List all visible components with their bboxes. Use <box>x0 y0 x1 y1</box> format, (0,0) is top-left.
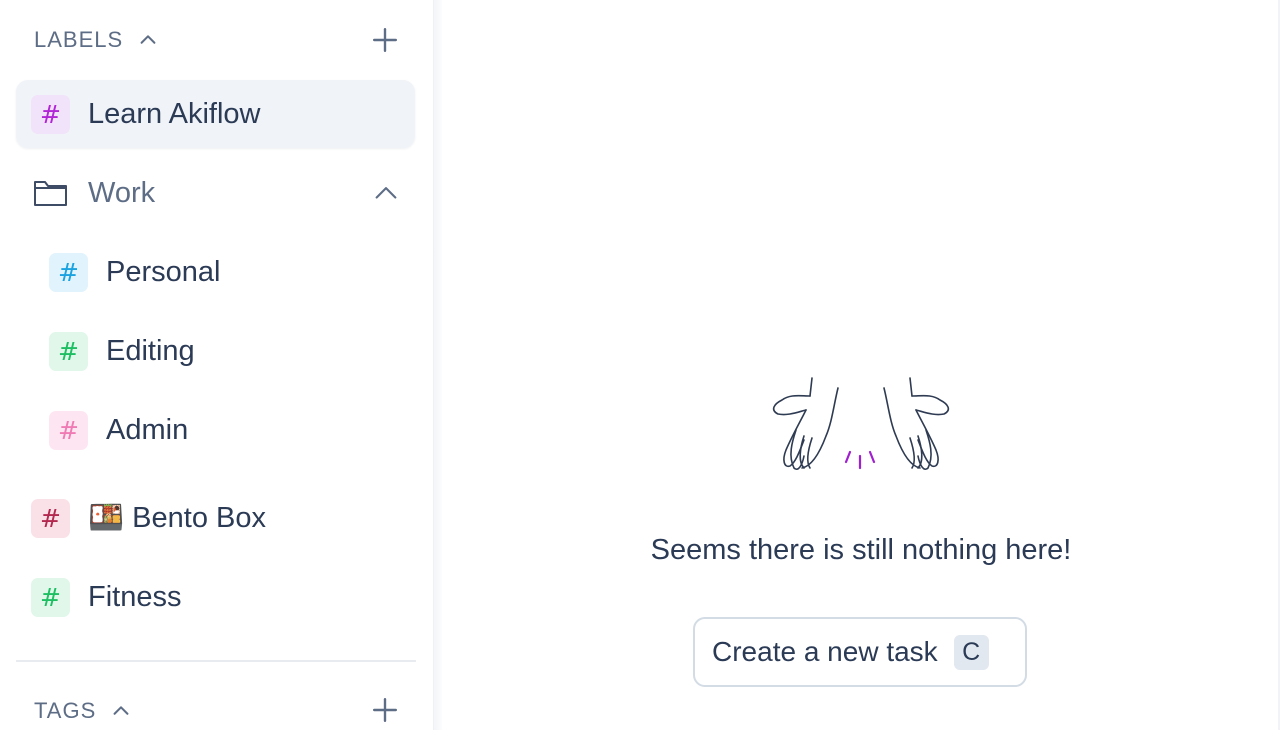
section-divider <box>16 660 416 662</box>
labels-section-title: LABELS <box>34 27 124 52</box>
open-hands-icon <box>772 377 950 471</box>
add-label-button[interactable] <box>372 27 398 53</box>
empty-state-message: Seems there is still nothing here! <box>650 534 1072 566</box>
folder-item-text: Work <box>88 176 156 209</box>
tags-section-title: TAGS <box>34 698 97 723</box>
main-content: Seems there is still nothing here! Creat… <box>442 0 1280 730</box>
label-item-text: Fitness <box>88 580 182 613</box>
label-item-fitness[interactable]: # Fitness <box>16 563 415 631</box>
create-task-button[interactable]: Create a new task C <box>693 617 1027 687</box>
tags-section-header[interactable]: TAGS <box>34 696 132 726</box>
labels-section-header[interactable]: LABELS <box>34 25 159 55</box>
hash-icon: # <box>49 252 88 292</box>
label-item-text: Learn Akiflow <box>88 97 261 130</box>
label-item-personal[interactable]: # Personal <box>34 238 415 306</box>
chevron-up-icon[interactable] <box>372 180 400 208</box>
sidebar-divider <box>434 0 442 730</box>
sidebar: LABELS # Learn Akiflow Work # Personal #… <box>0 0 434 730</box>
hash-icon: # <box>31 94 70 134</box>
hash-icon: # <box>49 410 88 450</box>
label-item-text: Editing <box>106 334 195 367</box>
label-item-text: 🍱 Bento Box <box>88 502 266 534</box>
chevron-up-icon[interactable] <box>137 29 159 51</box>
hash-icon: # <box>31 577 70 617</box>
label-item-text: Admin <box>106 413 189 446</box>
app: LABELS # Learn Akiflow Work # Personal #… <box>0 0 1280 730</box>
keyboard-shortcut-badge: C <box>953 634 989 670</box>
label-item-editing[interactable]: # Editing <box>34 317 415 385</box>
add-tag-button[interactable] <box>372 697 398 723</box>
chevron-up-icon[interactable] <box>110 700 132 722</box>
label-item-admin[interactable]: # Admin <box>34 396 415 464</box>
hash-icon: # <box>49 331 88 371</box>
hash-icon: # <box>31 498 70 538</box>
folder-icon <box>34 181 67 206</box>
label-item-bento-box[interactable]: # 🍱 Bento Box <box>16 484 415 552</box>
folder-item-work[interactable]: Work <box>16 159 415 227</box>
label-item-text: Personal <box>106 255 221 288</box>
create-task-label: Create a new task <box>712 636 938 667</box>
label-item-learn-akiflow[interactable]: # Learn Akiflow <box>16 80 415 148</box>
